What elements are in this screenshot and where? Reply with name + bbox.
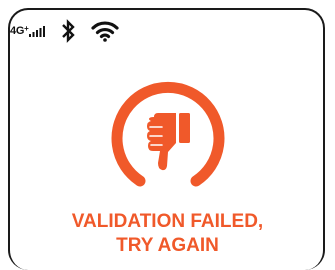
thumbs-down-icon (110, 80, 226, 196)
network-plus-label: + (24, 23, 29, 33)
network-type-label: 4G (10, 25, 25, 37)
network-indicator: 4G + (10, 23, 46, 37)
bluetooth-icon (61, 19, 76, 43)
validation-error-message: VALIDATION FAILED, TRY AGAIN (0, 210, 335, 258)
signal-bars-icon (29, 25, 46, 37)
wifi-icon (91, 20, 120, 42)
status-bar: 4G + (10, 18, 120, 44)
message-line-2: TRY AGAIN (116, 235, 219, 256)
message-line-1: VALIDATION FAILED, (71, 211, 264, 232)
